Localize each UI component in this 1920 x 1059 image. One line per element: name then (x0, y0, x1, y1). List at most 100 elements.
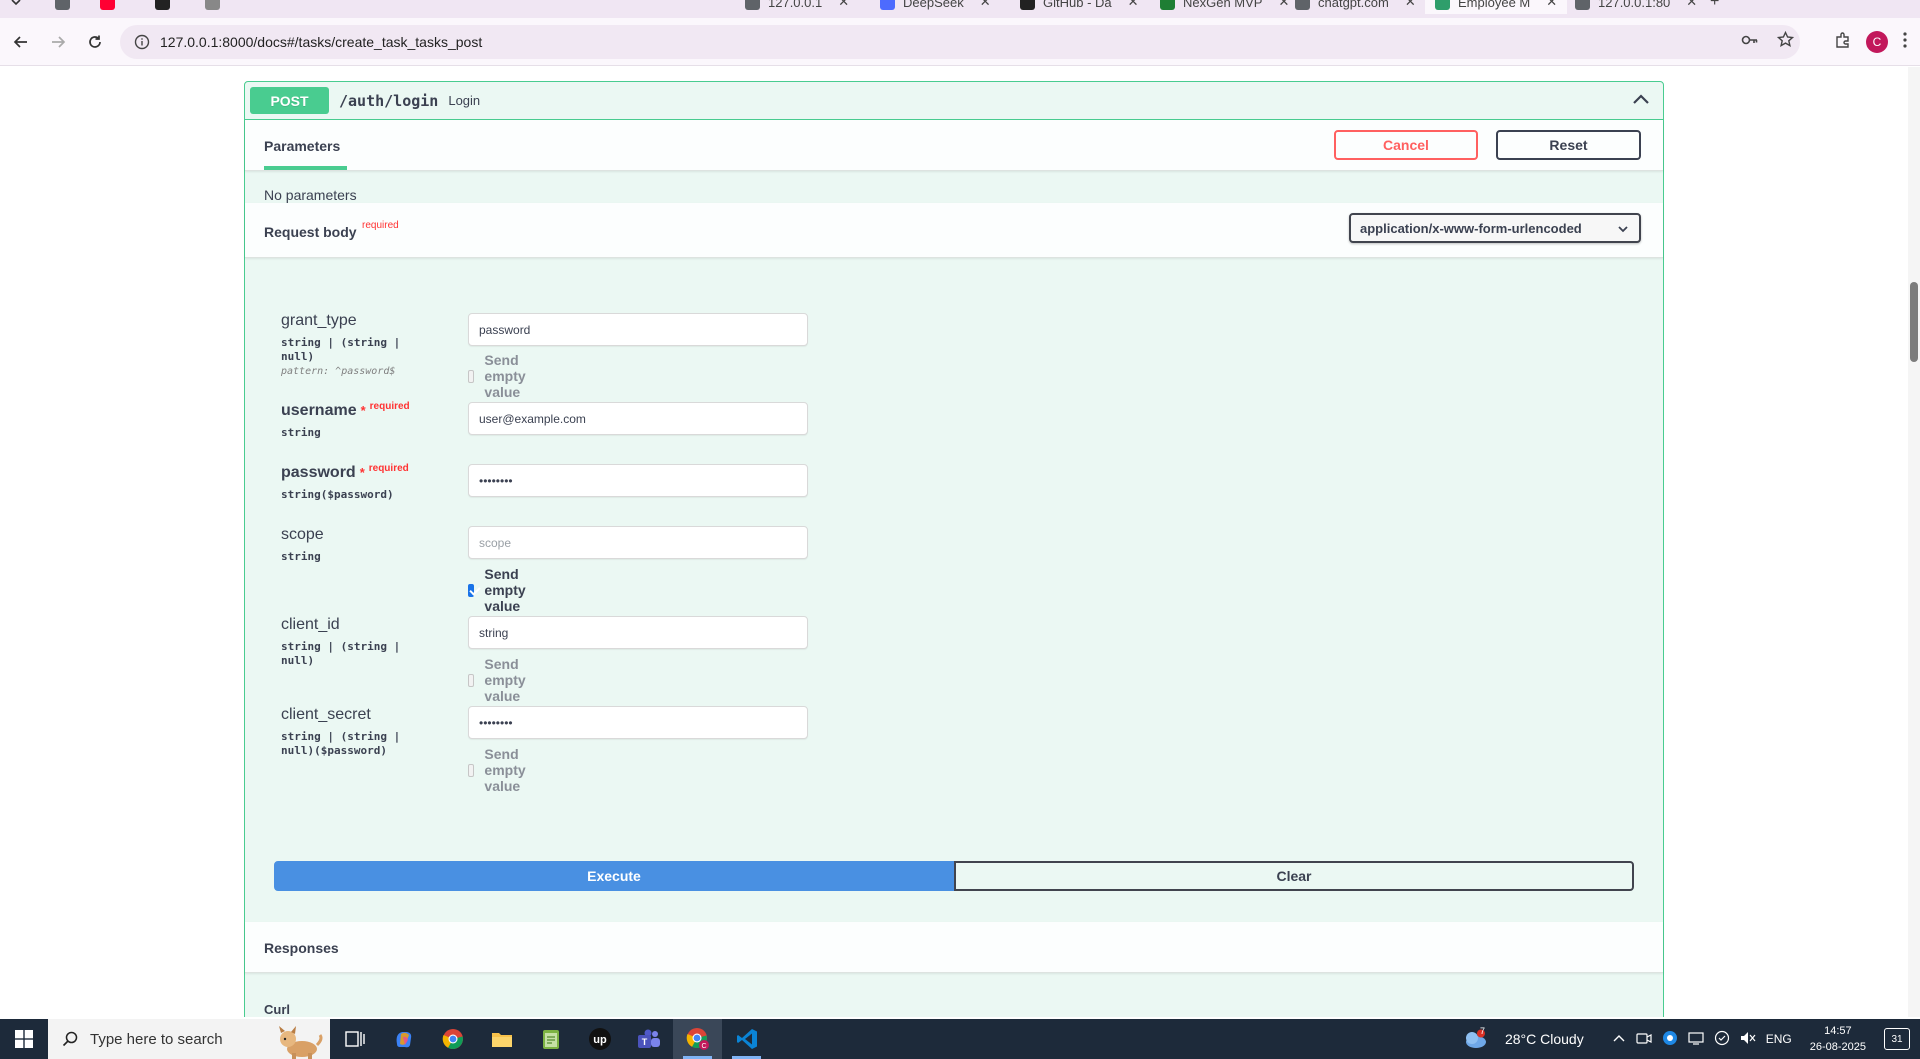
taskbar-search[interactable]: Type here to search (48, 1019, 330, 1059)
tab-favicon-icon (880, 0, 895, 10)
browser-tab[interactable]: 127.0.0.1:80 ✕ (1565, 0, 1707, 14)
taskbar-chrome[interactable] (428, 1019, 477, 1059)
site-info-icon[interactable] (134, 34, 150, 50)
new-tab-button[interactable]: + (1700, 0, 1729, 14)
copilot-icon (396, 1032, 411, 1048)
profile-avatar[interactable]: C (1866, 31, 1888, 53)
tab-close-icon[interactable]: ✕ (838, 0, 849, 10)
taskbar-vscode[interactable] (722, 1019, 771, 1059)
field-client-id: client_id string | (string | null) Send … (281, 616, 808, 704)
taskbar-upwork[interactable]: up (575, 1019, 624, 1059)
field-client-secret: client_secret string | (string | null)($… (281, 706, 808, 794)
meet-now-icon[interactable] (1636, 1031, 1652, 1048)
send-empty-toggle[interactable]: Send empty value (468, 352, 532, 400)
client-secret-input[interactable] (468, 706, 808, 739)
windows-start-button[interactable] (0, 1019, 48, 1059)
menu-dots-icon[interactable] (1902, 31, 1908, 54)
browser-tab[interactable]: DeepSeek ✕ (870, 0, 1001, 14)
browser-tab[interactable] (90, 0, 133, 14)
required-label: required (362, 220, 399, 231)
extensions-icon[interactable] (1834, 31, 1852, 54)
curl-title: Curl (264, 1002, 290, 1017)
tab-close-icon[interactable]: ✕ (1405, 0, 1416, 10)
send-empty-toggle[interactable]: Send empty value (468, 566, 532, 614)
field-type: string (281, 426, 321, 439)
browser-tab[interactable]: NexGen MVP ✕ (1150, 0, 1299, 14)
browser-tab[interactable]: 127.0.0.1 ✕ (735, 0, 859, 14)
operation-path: /auth/login (339, 91, 439, 110)
scrollbar-thumb[interactable] (1910, 282, 1918, 362)
tab-favicon-icon (55, 0, 70, 10)
operation-summary[interactable]: POST /auth/login Login (245, 82, 1663, 120)
send-empty-checkbox[interactable] (468, 763, 475, 777)
reset-button[interactable]: Reset (1496, 130, 1641, 160)
browser-tab[interactable] (195, 0, 238, 14)
reload-button[interactable] (79, 26, 111, 58)
scope-input[interactable] (468, 526, 808, 559)
tab-parameters[interactable]: Parameters (264, 138, 340, 154)
tab-close-icon[interactable]: ✕ (980, 0, 991, 10)
execute-wrapper: Execute Clear (274, 861, 1634, 891)
field-type: string | (string | null)($password) (281, 730, 401, 757)
field-password: password * required string($password) (281, 463, 808, 502)
taskbar-chrome-profile[interactable]: C (673, 1019, 722, 1059)
browser-tab[interactable]: chatgpt.com ✕ (1285, 0, 1426, 14)
bookmark-star-icon[interactable] (1776, 30, 1795, 53)
color-app-icon[interactable] (1662, 1030, 1678, 1049)
task-view-button[interactable] (330, 1019, 379, 1059)
client-id-input[interactable] (468, 616, 808, 649)
forward-button[interactable] (42, 26, 74, 58)
reload-icon (89, 35, 101, 48)
browser-tab[interactable] (145, 0, 188, 14)
windows-taskbar: Type here to search up T C 7 28°C Cloudy (0, 1019, 1920, 1059)
responses-header: Responses (245, 922, 1663, 973)
teams-icon: T (637, 1029, 660, 1048)
send-empty-checkbox[interactable] (468, 583, 475, 597)
clear-button[interactable]: Clear (954, 861, 1634, 891)
send-empty-checkbox[interactable] (468, 369, 475, 383)
content-type-value: application/x-www-form-urlencoded (1360, 220, 1582, 236)
cancel-button[interactable]: Cancel (1334, 130, 1478, 160)
username-input[interactable] (468, 402, 808, 435)
grant-type-input[interactable] (468, 313, 808, 346)
password-key-icon[interactable] (1741, 33, 1759, 52)
tab-close-icon[interactable]: ✕ (1128, 0, 1139, 10)
browser-tab[interactable]: Employee M ✕ (1425, 0, 1568, 14)
taskbar-teams[interactable]: T (624, 1019, 673, 1059)
address-bar[interactable]: 127.0.0.1:8000/docs#/tasks/create_task_t… (120, 25, 1800, 59)
system-tray: 7 28°C Cloudy ENG 14:57 26-08-2025 31 (1462, 1019, 1920, 1059)
content-type-select[interactable]: application/x-www-form-urlencoded (1349, 213, 1641, 243)
browser-tab[interactable] (45, 0, 88, 14)
chevron-up-icon[interactable] (1612, 1032, 1626, 1046)
send-empty-toggle[interactable]: Send empty value (468, 746, 532, 794)
taskbar-file-explorer[interactable] (477, 1019, 526, 1059)
back-button[interactable] (5, 26, 37, 58)
tab-close-icon[interactable]: ✕ (1546, 0, 1557, 10)
language-indicator[interactable]: ENG (1766, 1032, 1792, 1046)
weather-widget[interactable]: 7 28°C Cloudy (1462, 1026, 1584, 1049)
notification-center-button[interactable]: 31 (1884, 1028, 1910, 1050)
clock-time: 14:57 (1824, 1025, 1852, 1037)
browser-toolbar: 127.0.0.1:8000/docs#/tasks/create_task_t… (0, 18, 1920, 66)
upwork-icon: up (588, 1028, 611, 1050)
execute-button[interactable]: Execute (274, 861, 954, 891)
tab-close-icon[interactable]: ✕ (1686, 0, 1697, 10)
page-scrollbar[interactable] (1908, 67, 1920, 1017)
tab-list-button[interactable] (0, 0, 32, 14)
security-icon[interactable] (1714, 1030, 1730, 1049)
volume-muted-icon[interactable] (1740, 1031, 1756, 1048)
send-empty-checkbox[interactable] (468, 673, 475, 687)
network-icon[interactable] (1688, 1031, 1704, 1048)
taskbar-clock[interactable]: 14:57 26-08-2025 (1810, 1023, 1866, 1055)
send-empty-toggle[interactable]: Send empty value (468, 656, 532, 704)
weather-text: 28°C Cloudy (1504, 1031, 1584, 1047)
browser-tab[interactable]: GitHub - Da ✕ (1010, 0, 1149, 14)
tab-underline (264, 166, 347, 170)
chevron-up-icon[interactable] (1631, 90, 1651, 110)
taskbar-notepad[interactable] (526, 1019, 575, 1059)
password-input[interactable] (468, 464, 808, 497)
taskbar-copilot[interactable] (379, 1019, 428, 1059)
field-name: client_id (281, 616, 340, 633)
responses-title: Responses (264, 940, 339, 956)
tab-title: NexGen MVP (1183, 0, 1263, 10)
